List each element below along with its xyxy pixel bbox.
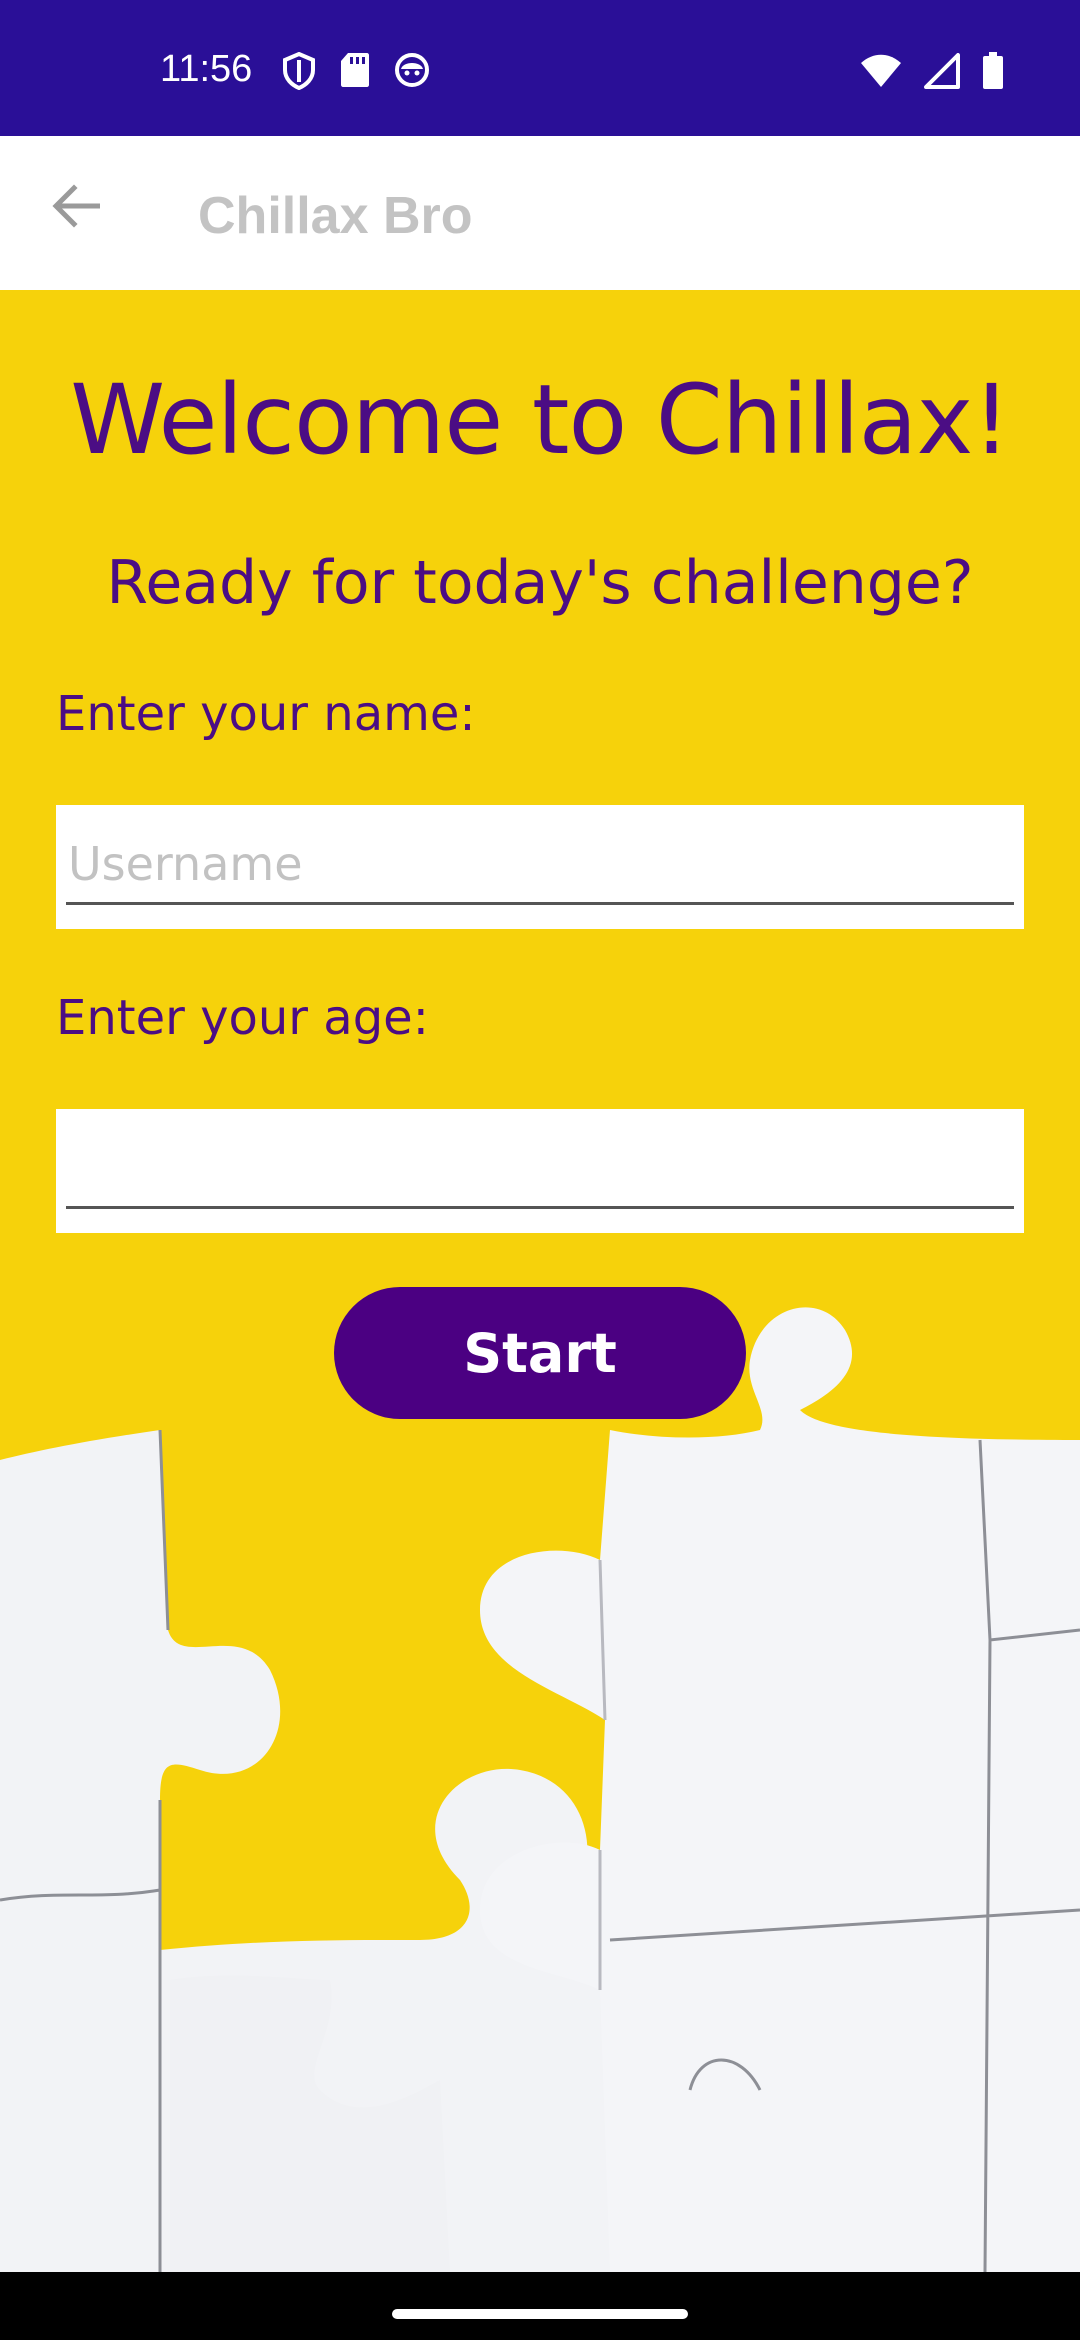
navigation-bar	[0, 2272, 1080, 2340]
main-content: Welcome to Chillax! Ready for today's ch…	[0, 290, 1080, 2272]
age-label: Enter your age:	[56, 990, 429, 1046]
app-title: Chillax Bro	[198, 187, 473, 245]
cellular-signal-icon	[924, 53, 960, 89]
name-label: Enter your name:	[56, 686, 476, 742]
home-gesture-handle[interactable]	[392, 2309, 688, 2319]
challenge-subtitle: Ready for today's challenge?	[106, 548, 974, 618]
name-field-container	[56, 805, 1024, 929]
sd-card-icon	[340, 52, 370, 90]
status-bar: 11:56	[0, 0, 1080, 136]
back-button[interactable]	[40, 170, 112, 242]
welcome-heading: Welcome to Chillax!	[70, 364, 1011, 476]
notification-face-icon	[394, 52, 430, 90]
app-bar	[0, 136, 1080, 290]
battery-icon	[982, 52, 1004, 90]
status-notification-icons	[282, 52, 430, 90]
arrow-left-icon	[52, 184, 100, 228]
status-time: 11:56	[160, 48, 253, 90]
age-field-container	[56, 1109, 1024, 1233]
shield-icon	[282, 52, 316, 90]
status-system-icons	[860, 52, 1004, 90]
wifi-icon	[860, 54, 902, 88]
start-button[interactable]: Start	[334, 1287, 746, 1419]
username-input[interactable]	[66, 825, 1014, 905]
age-input[interactable]	[66, 1129, 1014, 1209]
